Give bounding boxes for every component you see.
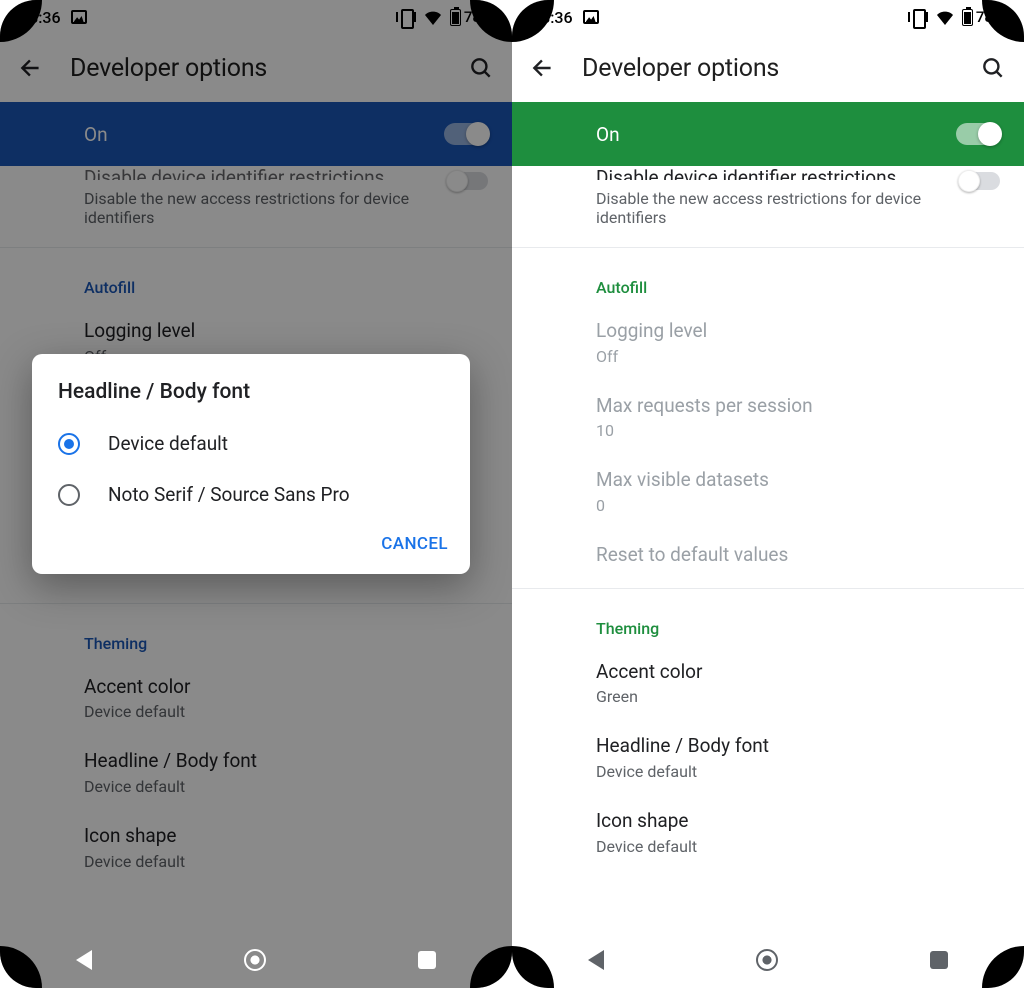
master-switch-row[interactable]: On [512, 102, 1024, 166]
page-title: Developer options [582, 54, 954, 83]
section-header-autofill: Autofill [512, 254, 1024, 305]
back-icon[interactable] [530, 55, 556, 81]
cancel-button[interactable]: CANCEL [381, 534, 448, 554]
app-bar: Developer options [512, 34, 1024, 102]
phone-right: 18:36 78% Developer options On Disable d… [512, 0, 1024, 988]
setting-reset-defaults[interactable]: Reset to default values [512, 529, 1024, 582]
nav-bar [0, 932, 512, 988]
setting-max-requests[interactable]: Max requests per session 10 [512, 380, 1024, 455]
nav-home-icon[interactable] [756, 949, 778, 971]
dialog-option-device-default[interactable]: Device default [32, 418, 470, 469]
section-header-theming: Theming [512, 595, 1024, 646]
nav-recents-icon[interactable] [418, 951, 436, 969]
nav-recents-icon[interactable] [930, 951, 948, 969]
clock-text: 18:36 [532, 8, 573, 27]
setting-logging-level[interactable]: Logging level Off [512, 305, 1024, 380]
nav-home-icon[interactable] [244, 949, 266, 971]
battery-indicator: 78% [962, 8, 1004, 26]
font-dialog: Headline / Body font Device default Noto… [32, 354, 470, 574]
setting-headline-body-font[interactable]: Headline / Body font Device default [512, 720, 1024, 795]
vibrate-icon [908, 9, 928, 25]
status-bar: 18:36 78% [512, 0, 1024, 34]
setting-device-id-sub: Disable the new access restrictions for … [596, 189, 948, 227]
nav-back-icon[interactable] [76, 950, 92, 970]
phone-left: 18:36 78% Developer options On Disable d… [0, 0, 512, 988]
radio-selected-icon [58, 433, 80, 455]
nav-bar [512, 932, 1024, 988]
search-icon[interactable] [980, 55, 1006, 81]
divider [512, 247, 1024, 248]
radio-unselected-icon [58, 484, 80, 506]
master-switch-toggle[interactable] [956, 123, 1000, 145]
master-switch-label: On [596, 123, 620, 146]
dialog-option-noto-serif[interactable]: Noto Serif / Source Sans Pro [32, 469, 470, 520]
setting-accent-color[interactable]: Accent color Green [512, 646, 1024, 721]
device-id-toggle[interactable] [960, 172, 1000, 190]
wifi-icon [936, 9, 954, 25]
nav-back-icon[interactable] [588, 950, 604, 970]
setting-max-visible-datasets[interactable]: Max visible datasets 0 [512, 454, 1024, 529]
image-notification-icon [583, 10, 599, 24]
setting-device-id-restrictions[interactable]: Disable device identifier restrictions D… [512, 166, 1024, 241]
divider [512, 588, 1024, 589]
dialog-title: Headline / Body font [32, 380, 470, 418]
setting-icon-shape[interactable]: Icon shape Device default [512, 795, 1024, 870]
